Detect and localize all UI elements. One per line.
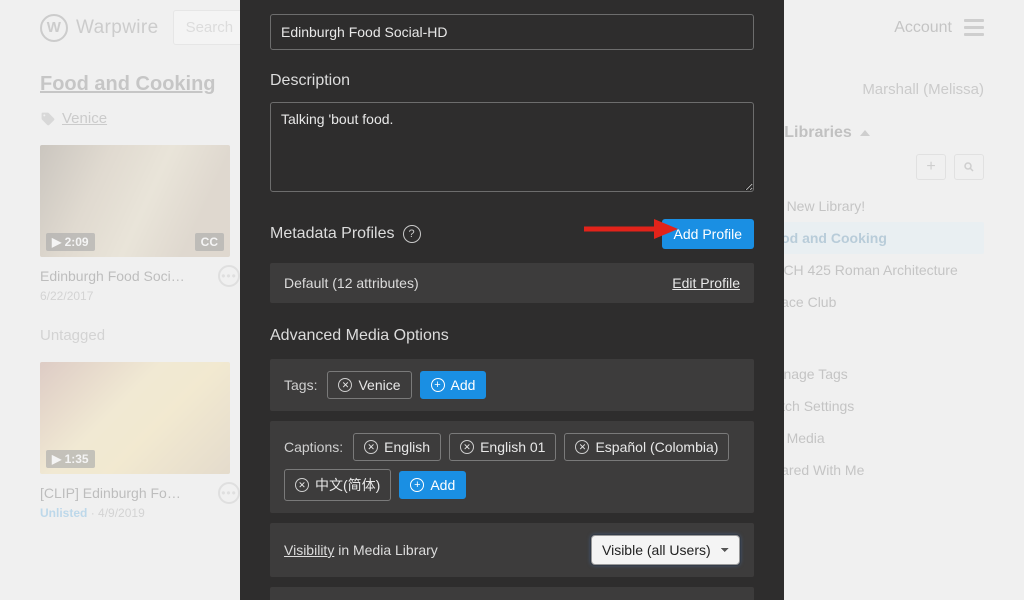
visibility-row: Visibility in Media Library Visible (all… bbox=[270, 523, 754, 577]
media-settings-modal: Description Talking 'bout food. Metadata… bbox=[240, 0, 784, 600]
description-label: Description bbox=[270, 72, 754, 90]
caption-chip[interactable]: ✕English 01 bbox=[449, 433, 556, 461]
edit-profile-link[interactable]: Edit Profile bbox=[672, 275, 740, 291]
add-profile-button[interactable]: Add Profile bbox=[662, 219, 754, 249]
remove-icon[interactable]: ✕ bbox=[460, 440, 474, 454]
add-tag-button[interactable]: +Add bbox=[420, 371, 487, 399]
captions-label: Captions: bbox=[284, 439, 343, 455]
remove-icon[interactable]: ✕ bbox=[575, 440, 589, 454]
profile-row: Default (12 attributes) Edit Profile bbox=[270, 263, 754, 303]
help-icon[interactable]: ? bbox=[403, 225, 421, 243]
tag-chip[interactable]: ✕Venice bbox=[327, 371, 411, 399]
remove-icon[interactable]: ✕ bbox=[338, 378, 352, 392]
description-textarea[interactable]: Talking 'bout food. bbox=[270, 102, 754, 192]
plus-icon: + bbox=[431, 378, 445, 392]
visibility-label: Visibility in Media Library bbox=[284, 542, 438, 558]
tags-row: Tags: ✕Venice +Add bbox=[270, 359, 754, 411]
add-caption-button[interactable]: +Add bbox=[399, 471, 466, 499]
advanced-options-label: Advanced Media Options bbox=[270, 327, 754, 345]
download-row: Download Media bbox=[270, 587, 754, 600]
title-input[interactable] bbox=[270, 14, 754, 50]
plus-icon: + bbox=[410, 478, 424, 492]
caption-chip[interactable]: ✕中文(简体) bbox=[284, 469, 391, 501]
caption-chip[interactable]: ✕English bbox=[353, 433, 441, 461]
remove-icon[interactable]: ✕ bbox=[364, 440, 378, 454]
profile-name: Default (12 attributes) bbox=[284, 275, 419, 291]
remove-icon[interactable]: ✕ bbox=[295, 478, 309, 492]
captions-row: Captions: ✕English ✕English 01 ✕Español … bbox=[270, 421, 754, 513]
visibility-select[interactable]: Visible (all Users) bbox=[591, 535, 740, 565]
tags-label: Tags: bbox=[284, 377, 317, 393]
metadata-profiles-label: Metadata Profiles bbox=[270, 225, 395, 243]
caption-chip[interactable]: ✕Español (Colombia) bbox=[564, 433, 729, 461]
